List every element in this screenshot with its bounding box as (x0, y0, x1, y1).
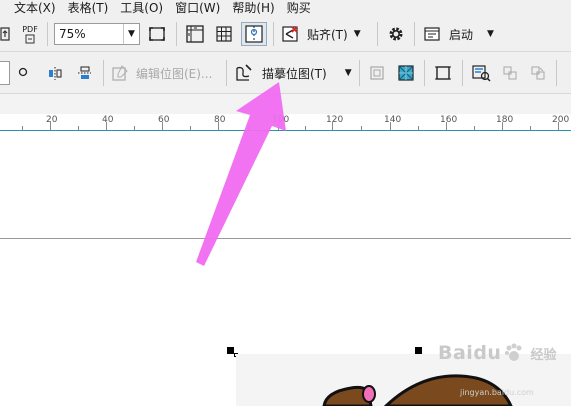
ruler-label: 40 (102, 115, 114, 125)
snap-to-dropdown[interactable]: 贴齐(T) ▼ (307, 26, 361, 42)
ruler-label: 120 (326, 115, 344, 125)
chevron-down-icon: ▼ (487, 29, 494, 39)
trace-bitmap-label: 描摹位图(T) (262, 66, 327, 81)
edit-bitmap-button[interactable]: 编辑位图(E)... (110, 62, 212, 84)
property-bar: 编辑位图(E)... 描摹位图(T) ▼ (0, 52, 571, 94)
menu-tools[interactable]: 工具(O) (114, 1, 169, 15)
selection-handle[interactable] (415, 347, 422, 354)
ruler-label: 80 (214, 115, 226, 125)
baidu-watermark: Baidu 经验 (438, 342, 556, 364)
document-tab-strip (0, 94, 571, 114)
paw-logo-icon (505, 343, 522, 361)
drawing-canvas[interactable] (0, 132, 571, 406)
selection-handle[interactable] (227, 347, 234, 354)
snap-to-icon[interactable] (279, 23, 301, 45)
resample-bitmap-icon[interactable] (395, 62, 417, 84)
ruler-label: 200 (552, 115, 570, 125)
link-bitmap-icon[interactable] (499, 62, 521, 84)
mirror-vertical-icon[interactable] (73, 62, 95, 84)
ruler-label: 60 (158, 115, 170, 125)
menu-text[interactable]: 文本(X) (8, 1, 62, 15)
full-screen-preview-icon[interactable] (146, 24, 168, 44)
zoom-level-select[interactable]: 75% ▼ (54, 23, 140, 45)
menu-window[interactable]: 窗口(W) (169, 1, 226, 15)
zoom-level-value: 75% (59, 27, 86, 41)
menu-help[interactable]: 帮助(H) (226, 1, 280, 15)
chevron-down-icon: ▼ (353, 29, 361, 39)
pdf-label: PDF (22, 24, 38, 34)
trace-bitmap-dropdown[interactable]: 描摹位图(T) ▼ (234, 62, 352, 84)
show-grid-icon[interactable] (212, 23, 236, 45)
application-launcher-icon[interactable] (421, 24, 443, 44)
menu-table[interactable]: 表格(T) (62, 1, 115, 15)
snap-to-label: 贴齐(T) (307, 27, 348, 42)
watermark-url: jingyan.baidu.com (460, 388, 534, 397)
launch-label: 启动 (449, 27, 474, 42)
bitmap-mask-icon[interactable] (470, 62, 492, 84)
page-border (0, 238, 571, 239)
chevron-down-icon[interactable]: ▼ (123, 24, 139, 44)
horizontal-ruler[interactable]: 20 40 60 80 100 120 140 160 180 200 (0, 114, 571, 131)
gear-icon[interactable] (385, 23, 407, 45)
edit-bitmap-label: 编辑位图(E)... (136, 66, 213, 81)
ruler-label: 20 (46, 115, 58, 125)
chevron-down-icon: ▼ (344, 68, 352, 78)
mirror-horizontal-icon[interactable] (44, 62, 66, 84)
export-icon[interactable] (0, 26, 12, 42)
watermark-suffix: 经验 (530, 347, 557, 363)
bitmap-boundary-icon[interactable] (432, 62, 454, 84)
edit-bitmap-icon (112, 65, 128, 81)
publish-pdf-button[interactable]: PDF (18, 23, 42, 45)
menu-buy[interactable]: 购买 (281, 1, 317, 15)
object-size-field[interactable] (0, 61, 10, 85)
launch-dropdown[interactable]: 启动 ▼ (449, 26, 494, 42)
lock-ratio-icon[interactable] (16, 64, 30, 80)
app-window: 文本(X) 表格(T) 工具(O) 窗口(W) 帮助(H) 购买 PDF 75%… (0, 0, 571, 406)
show-rulers-icon[interactable] (183, 23, 207, 45)
menu-bar: 文本(X) 表格(T) 工具(O) 窗口(W) 帮助(H) 购买 (0, 0, 571, 16)
ruler-label: 100 (272, 115, 290, 125)
unlink-bitmap-icon[interactable] (527, 62, 549, 84)
ruler-label: 140 (384, 115, 402, 125)
standard-toolbar: PDF 75% ▼ 贴齐(T) ▼ 启动 ▼ (0, 16, 571, 52)
trace-bitmap-icon (236, 64, 252, 81)
pdf-icon (25, 34, 35, 43)
watermark-brand: Baidu (438, 342, 502, 364)
ruler-label: 160 (440, 115, 458, 125)
crop-bitmap-icon[interactable] (366, 62, 388, 84)
ruler-label: 180 (496, 115, 514, 125)
show-guidelines-icon[interactable] (241, 22, 267, 46)
